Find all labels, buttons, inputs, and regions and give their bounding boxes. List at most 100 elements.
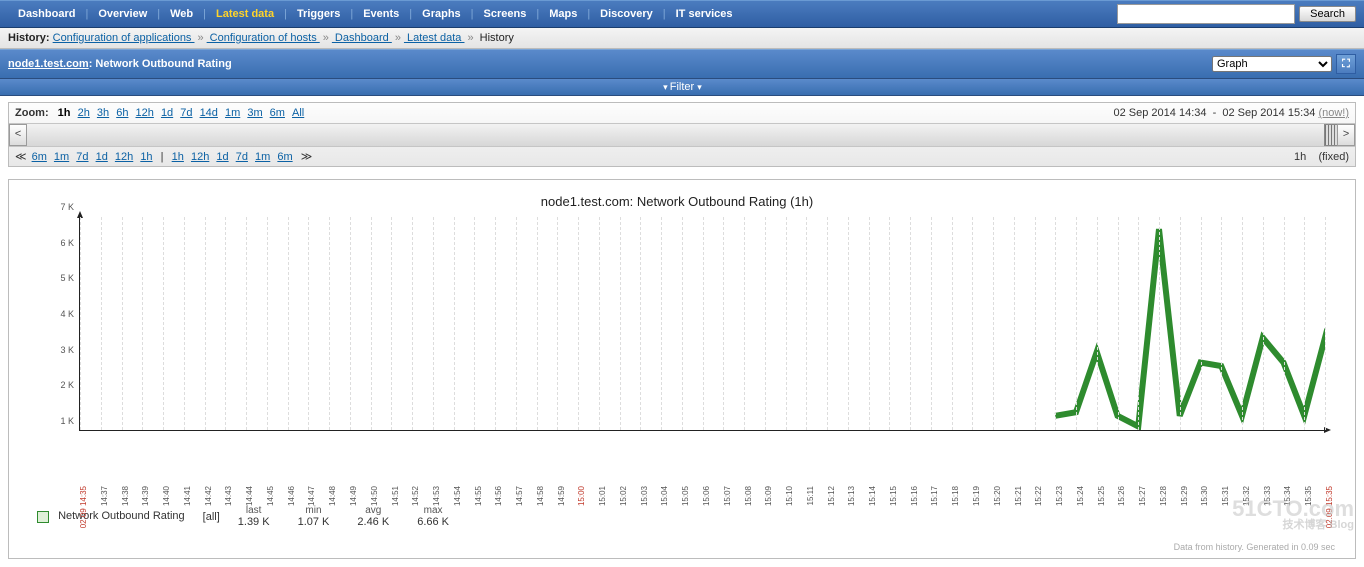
search-input[interactable] [1117,4,1295,24]
x-tick: 15:03 [640,486,649,506]
navleft-7d[interactable]: 7d [76,151,88,163]
zoom-All[interactable]: All [292,107,304,119]
navright-1d[interactable]: 1d [216,151,228,163]
x-tick: 15:20 [993,486,1002,506]
navright-12h[interactable]: 12h [191,151,209,163]
zoom-6h[interactable]: 6h [116,107,128,119]
x-tick: 15:28 [1159,486,1168,506]
x-tick: 14:58 [536,486,545,506]
graph-container: node1.test.com: Network Outbound Rating … [8,179,1356,559]
x-tick: 15:01 [598,486,607,506]
nav-triggers[interactable]: Triggers [287,8,350,20]
crumb-1[interactable]: Configuration of hosts [207,32,320,44]
navright-6m[interactable]: 6m [277,151,292,163]
page-title-bar: node1.test.com: Network Outbound Rating … [0,49,1364,79]
plot-area [79,217,1325,431]
nav-screens[interactable]: Screens [474,8,537,20]
navleft-1h[interactable]: 1h [140,151,152,163]
zoom-1m[interactable]: 1m [225,107,240,119]
search-area: Search [1117,4,1356,24]
y-tick: 2 K [60,380,74,390]
x-tick: 15:24 [1076,486,1085,506]
navleft-6m[interactable]: 6m [32,151,47,163]
nav-graphs[interactable]: Graphs [412,8,471,20]
nav-next-icon: ≫ [301,151,313,163]
crumb-2[interactable]: Dashboard [332,32,392,44]
x-tick: 15:19 [972,486,981,506]
slider-right-handle[interactable]: > [1337,124,1355,146]
x-tick: 15:26 [1117,486,1126,506]
navright-1h[interactable]: 1h [172,151,184,163]
x-tick: 15:12 [827,486,836,506]
nav-it-services[interactable]: IT services [666,8,743,20]
x-tick: 15:07 [723,486,732,506]
x-tick: 14:57 [515,486,524,506]
nav-events[interactable]: Events [353,8,409,20]
y-tick: 7 K [60,202,74,212]
chevron-down-icon: ▾ [663,82,667,92]
zoom-6m[interactable]: 6m [270,107,285,119]
filter-toggle[interactable]: ▾ Filter ▾ [0,79,1364,96]
main-nav: Dashboard|Overview|Web|Latest data|Trigg… [0,0,1364,28]
view-select[interactable]: Graph [1212,56,1332,72]
x-tick: 15:09 [764,486,773,506]
x-tick: 14:43 [224,486,233,506]
x-tick: 14:38 [121,486,130,506]
y-tick: 1 K [60,416,74,426]
y-tick: 6 K [60,238,74,248]
nav-items: Dashboard|Overview|Web|Latest data|Trigg… [8,8,743,20]
navright-7d[interactable]: 7d [236,151,248,163]
zoom-3m[interactable]: 3m [247,107,262,119]
zoom-12h[interactable]: 12h [136,107,154,119]
stat-avg: 2.46 K [357,516,389,528]
fullscreen-button[interactable]: ⛶ [1336,54,1356,74]
navleft-1d[interactable]: 1d [96,151,108,163]
x-tick: 14:40 [162,486,171,506]
x-tick: 15:05 [681,486,690,506]
zoom-2h[interactable]: 2h [78,107,90,119]
x-tick: 02.09 14:35 [79,486,88,528]
legend-series-name: Network Outbound Rating [58,510,185,522]
watermark: 51CTO.com 技术博客 Blog [1232,498,1354,531]
navleft-12h[interactable]: 12h [115,151,133,163]
nav-latest-data[interactable]: Latest data [206,8,284,20]
x-tick: 15:17 [930,486,939,506]
nav-dashboard[interactable]: Dashboard [8,8,85,20]
slider-left-handle[interactable]: < [9,124,27,146]
x-tick: 15:06 [702,486,711,506]
host-link[interactable]: node1.test.com [8,58,89,70]
x-tick: 14:56 [494,486,503,506]
navright-1m[interactable]: 1m [255,151,270,163]
x-tick: 14:44 [245,486,254,506]
x-tick: 15:16 [910,486,919,506]
chevron-down-icon: ▾ [697,82,701,92]
stat-avg-label: avg [357,505,389,516]
nav-overview[interactable]: Overview [88,8,157,20]
x-tick: 15:18 [951,486,960,506]
x-tick: 14:37 [100,486,109,506]
x-tick: 14:48 [328,486,337,506]
crumb-0[interactable]: Configuration of applications [53,32,195,44]
x-tick: 14:45 [266,486,275,506]
stat-min-label: min [298,505,330,516]
zoom-3h[interactable]: 3h [97,107,109,119]
crumb-3[interactable]: Latest data [404,32,465,44]
zoom-14d[interactable]: 14d [200,107,218,119]
zoom-1d[interactable]: 1d [161,107,173,119]
navleft-1m[interactable]: 1m [54,151,69,163]
nav-discovery[interactable]: Discovery [590,8,663,20]
now-link[interactable]: (now!) [1318,107,1349,119]
stat-max-label: max [417,505,449,516]
zoom-1h[interactable]: 1h [58,107,71,119]
range-to: 02 Sep 2014 15:34 [1222,107,1315,119]
zoom-options: Zoom: 1h 2h 3h 6h 12h 1d 7d 14d 1m 3m 6m… [15,107,306,119]
x-tick: 15:29 [1180,486,1189,506]
time-slider[interactable]: < > [9,123,1355,147]
watermark-main: 51CTO.com [1232,498,1354,520]
nav-maps[interactable]: Maps [539,8,587,20]
nav-web[interactable]: Web [160,8,203,20]
zoom-7d[interactable]: 7d [180,107,192,119]
chart-title: node1.test.com: Network Outbound Rating … [19,194,1335,209]
search-button[interactable]: Search [1299,6,1356,22]
x-tick: 14:42 [204,486,213,506]
